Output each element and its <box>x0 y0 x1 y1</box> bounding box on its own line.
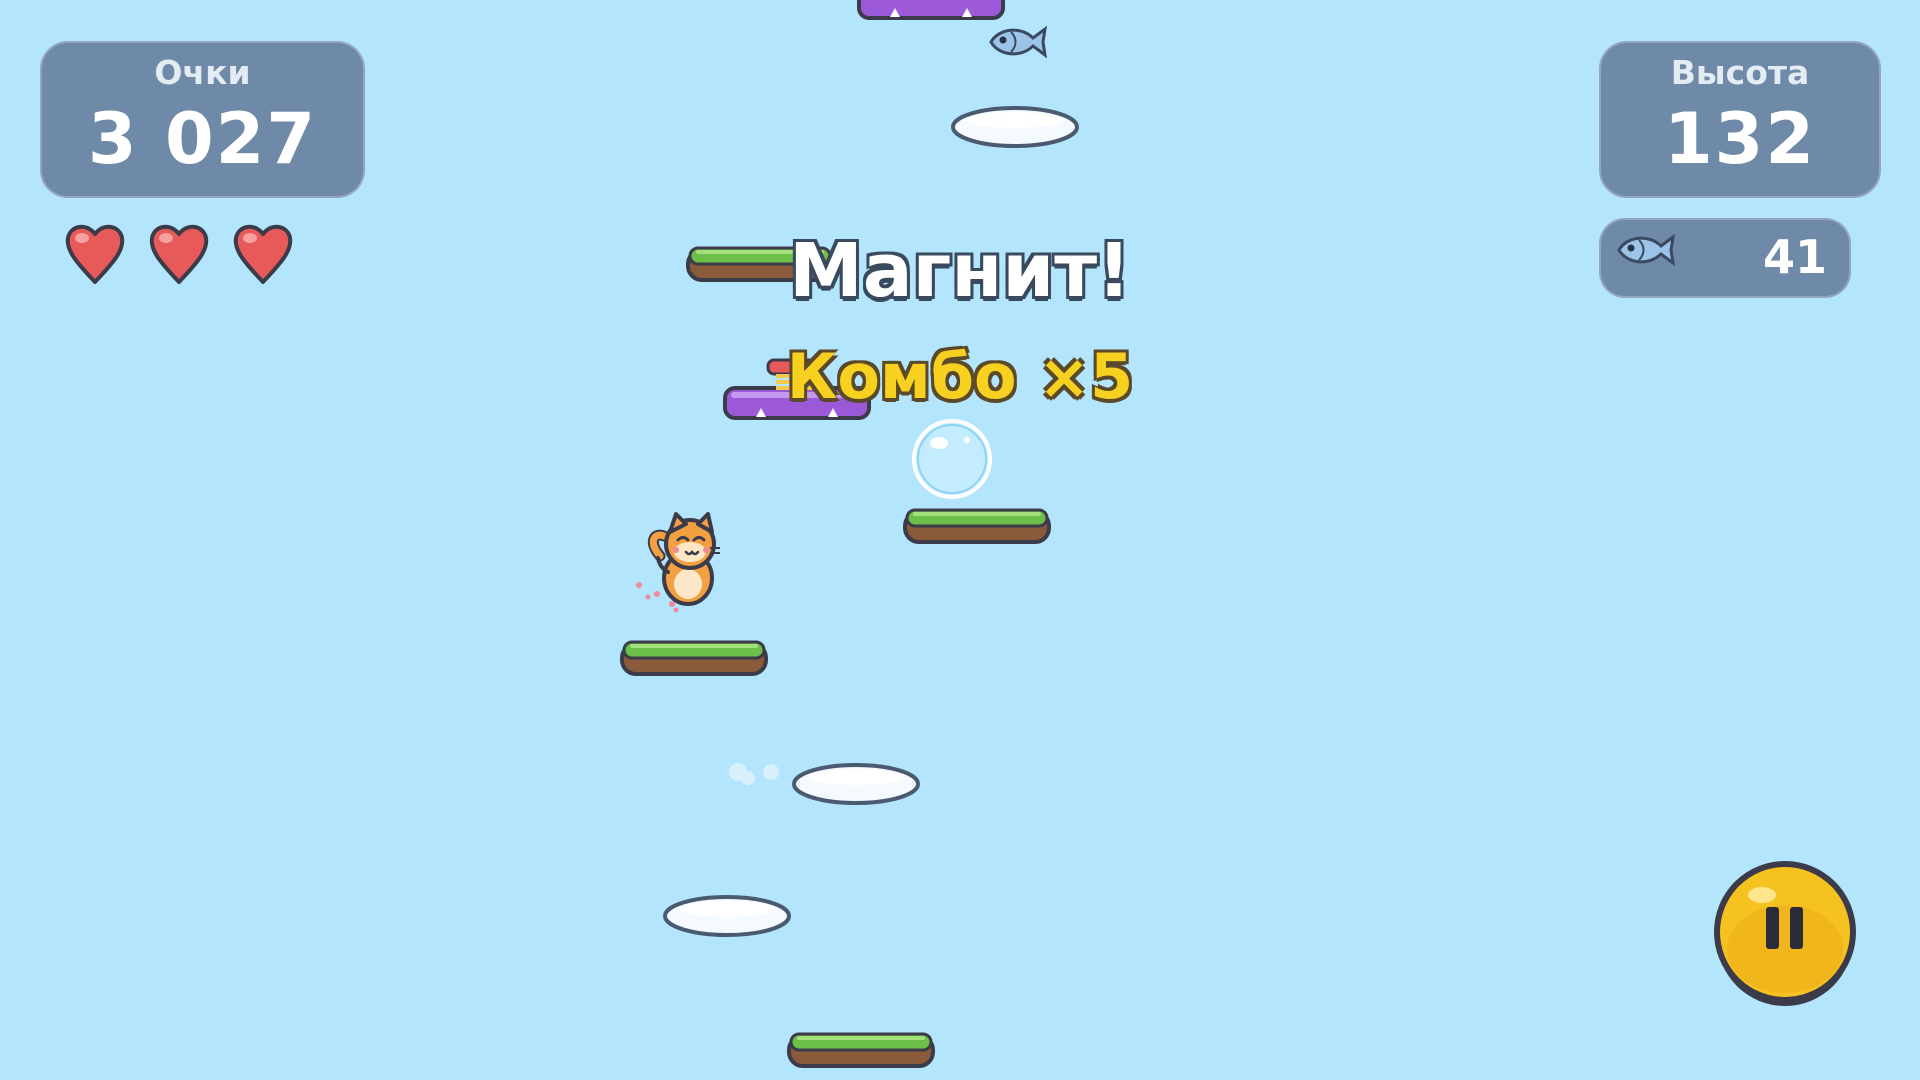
height-panel: Высота 132 <box>1599 41 1881 198</box>
cloud-platform <box>663 895 791 937</box>
grass-platform <box>787 1032 935 1068</box>
fish-icon <box>1617 233 1676 267</box>
score-value: 3 027 <box>87 98 318 180</box>
score-panel: Очки 3 027 <box>40 41 365 198</box>
height-label: Высота <box>1670 53 1810 92</box>
cloud-platform <box>792 763 920 805</box>
heart-icon <box>149 224 209 284</box>
score-label: Очки <box>154 53 251 92</box>
grass-platform <box>903 508 1051 544</box>
fish-counter-panel: 41 <box>1599 218 1851 298</box>
height-value: 132 <box>1663 98 1817 180</box>
heart-icon <box>233 224 293 284</box>
fish-pickup-icon <box>989 27 1047 57</box>
magnet-bubble <box>912 419 992 499</box>
cat-character <box>647 512 720 606</box>
spring-platform <box>857 0 1005 20</box>
heart-icon <box>65 224 125 284</box>
fish-count: 41 <box>1762 230 1827 284</box>
power-up-popup: Магнит! <box>789 228 1131 314</box>
jump-puff <box>729 763 779 785</box>
grass-platform <box>620 640 768 676</box>
cloud-platform <box>951 106 1079 148</box>
combo-popup: Комбо ×5 <box>786 340 1134 413</box>
pause-button[interactable] <box>1712 857 1858 1007</box>
